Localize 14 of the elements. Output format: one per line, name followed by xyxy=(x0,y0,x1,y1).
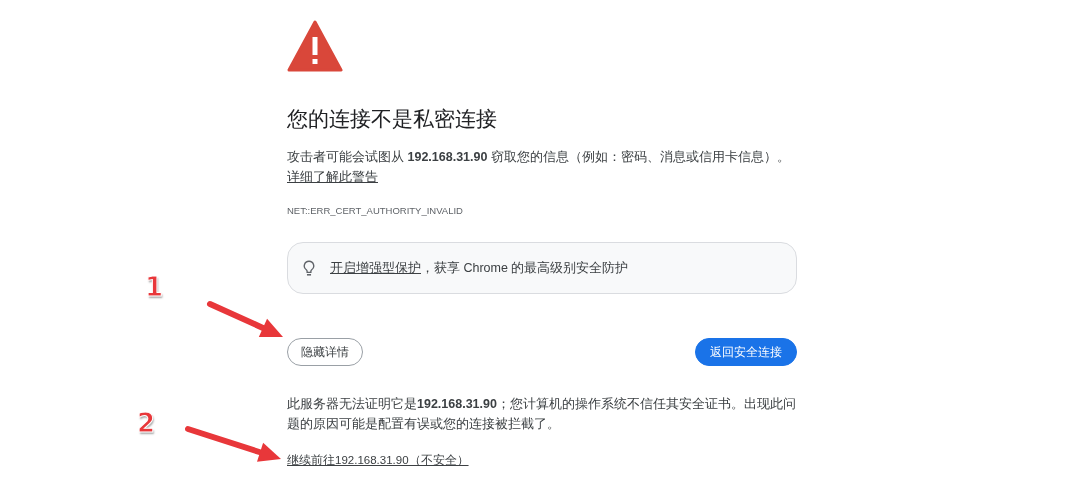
warning-icon xyxy=(287,20,343,72)
enhanced-protection-link[interactable]: 开启增强型保护 xyxy=(330,261,421,275)
protection-text: 开启增强型保护，获享 Chrome 的最高级别安全防护 xyxy=(330,260,629,277)
hide-details-button[interactable]: 隐藏详情 xyxy=(287,338,363,366)
error-code: NET::ERR_CERT_AUTHORITY_INVALID xyxy=(287,205,463,216)
proceed-link[interactable]: 继续前往192.168.31.90（不安全） xyxy=(287,450,469,470)
back-to-safety-button[interactable]: 返回安全连接 xyxy=(695,338,797,366)
annotation-number: 1 xyxy=(145,272,164,302)
page-heading: 您的连接不是私密连接 xyxy=(287,106,497,132)
warning-message: 攻击者可能会试图从 192.168.31.90 窃取您的信息（例如：密码、消息或信用卡信息）。 xyxy=(287,149,790,166)
annotation-number: 2 xyxy=(137,408,156,438)
details-text: 此服务器无法证明它是192.168.31.90；您计算机的操作系统不信任其安全证书。出现此问题的原因可能是配置有误或您的连接被拦截了。 xyxy=(287,396,797,433)
lightbulb-icon xyxy=(303,259,315,277)
learn-more-link[interactable]: 详细了解此警告 xyxy=(287,167,378,187)
